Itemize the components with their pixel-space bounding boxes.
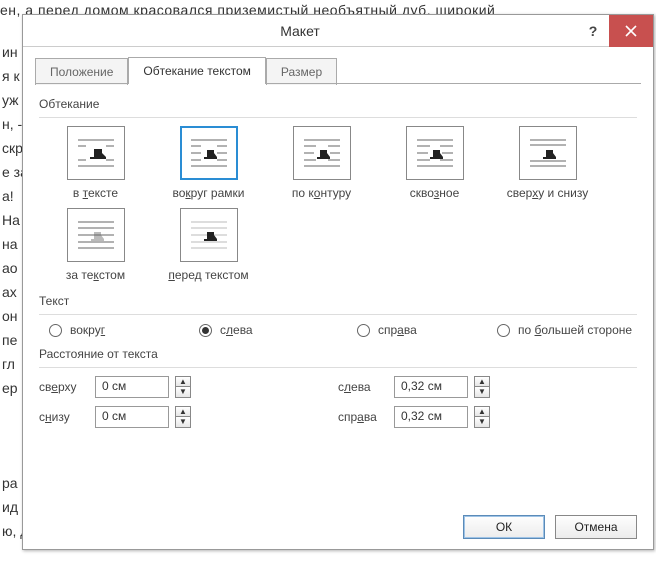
spin-up-icon[interactable]: ▲ [474,376,490,387]
tab-size[interactable]: Размер [266,58,337,85]
input-distance-top[interactable]: 0 см [95,376,169,398]
input-distance-left[interactable]: 0,32 см [394,376,468,398]
radio-wrap-largest[interactable]: по большей стороне [497,323,632,337]
spin-down-icon[interactable]: ▼ [474,417,490,428]
layout-dialog: Макет ? Положение Обтекание текстом Разм… [22,14,654,550]
label-distance-bottom: снизу [39,410,95,424]
titlebar: Макет ? [23,15,653,47]
spin-up-icon[interactable]: ▲ [175,406,191,417]
spin-up-icon[interactable]: ▲ [175,376,191,387]
cancel-button[interactable]: Отмена [555,515,637,539]
wrapping-style-grid: в тексте вокруг рамки по контуру сквозно… [39,126,637,290]
spin-down-icon[interactable]: ▼ [175,417,191,428]
wrap-option-in-front-of-text[interactable]: перед текстом [152,208,265,282]
close-button[interactable] [609,15,653,47]
dialog-title: Макет [23,23,577,39]
wrapping-section-title: Обтекание [39,97,637,111]
tab-position[interactable]: Положение [35,58,128,85]
radio-wrap-both-sides[interactable]: вокруг [49,323,199,337]
input-distance-bottom[interactable]: 0 см [95,406,169,428]
wrap-option-square[interactable]: вокруг рамки [152,126,265,200]
wrap-option-tight[interactable]: по контуру [265,126,378,200]
ok-button[interactable]: ОК [463,515,545,539]
close-icon [625,25,637,37]
distance-section-title: Расстояние от текста [39,347,637,361]
input-distance-right[interactable]: 0,32 см [394,406,468,428]
spin-up-icon[interactable]: ▲ [474,406,490,417]
tab-text-wrapping[interactable]: Обтекание текстом [128,57,265,84]
spin-down-icon[interactable]: ▼ [175,387,191,398]
label-distance-right: справа [338,410,394,424]
label-distance-left: слева [338,380,394,394]
radio-wrap-left[interactable]: слева [199,323,357,337]
label-distance-top: сверху [39,380,95,394]
wrap-option-behind-text[interactable]: за текстом [39,208,152,282]
wrap-option-through[interactable]: сквозное [378,126,491,200]
wrap-option-inline[interactable]: в тексте [39,126,152,200]
text-section-title: Текст [39,294,637,308]
spin-down-icon[interactable]: ▼ [474,387,490,398]
tab-bar: Положение Обтекание текстом Размер [23,47,653,84]
wrap-option-top-and-bottom[interactable]: сверху и снизу [491,126,604,200]
help-button[interactable]: ? [577,15,609,47]
radio-wrap-right[interactable]: справа [357,323,497,337]
